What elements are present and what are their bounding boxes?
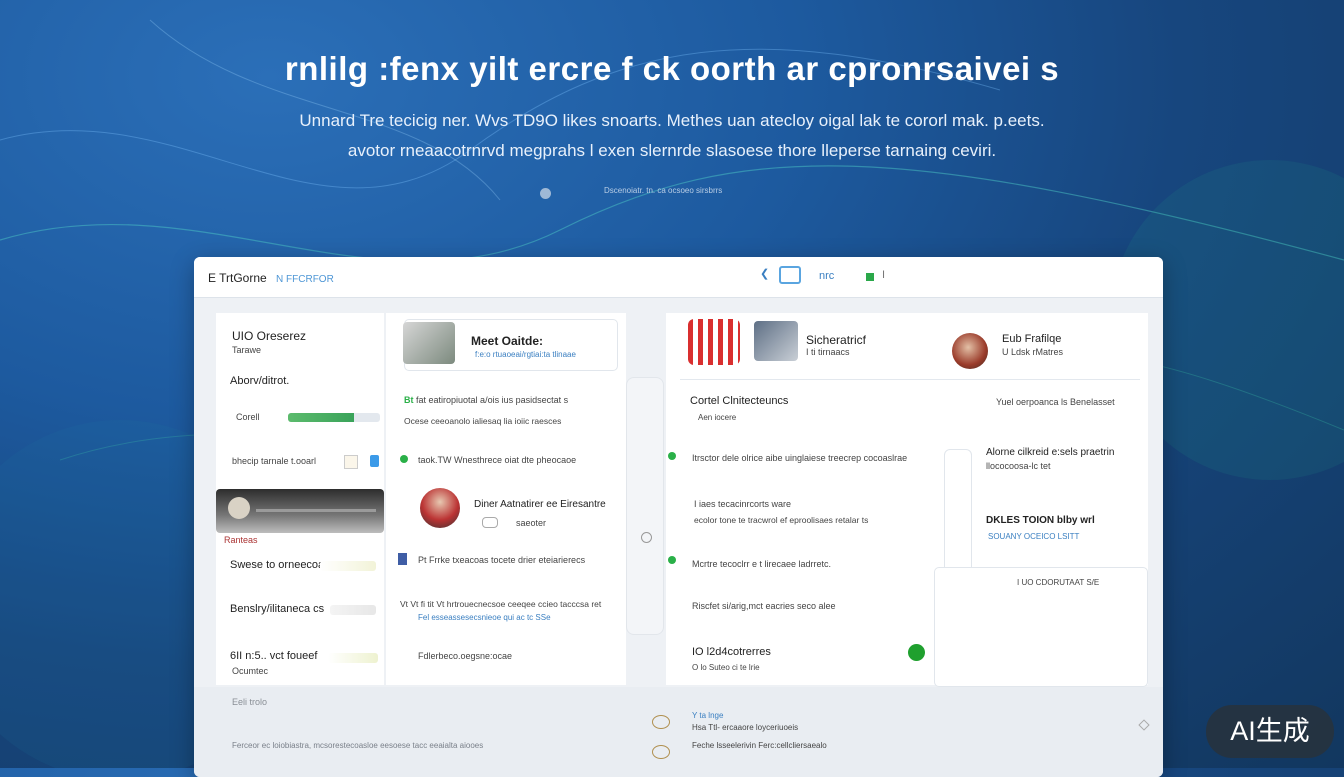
coin-icon: [652, 745, 670, 759]
hero-subtitle-line-2: avotor rneaacotrnrvd megprahs l exen sle…: [347, 141, 997, 160]
left-item-2-bar: [320, 561, 376, 571]
footer-left-text: Ferceor ec loiobiastra, mcsorestecoasloe…: [232, 741, 484, 750]
right-row-2-title[interactable]: I iaes tecacinrcorts ware: [694, 499, 791, 509]
progress-label: Corell: [236, 412, 260, 422]
right-section-right: Yuel oerpoanca ls Benelasset: [996, 397, 1115, 407]
right-row-3[interactable]: Mcrtre tecoclrr e t lirecaee ladrretc.: [692, 559, 831, 569]
right-row-5-sub: O lo Suteo ci te lrie: [692, 663, 760, 672]
profile-2-avatar[interactable]: [952, 333, 988, 369]
profile-2-name: Eub Frafilqe: [1002, 333, 1062, 345]
coin-icon: [652, 715, 670, 729]
person-role: saeoter: [516, 518, 547, 528]
right-section-sub: Aen iocere: [698, 413, 737, 422]
phone-icon[interactable]: [370, 455, 379, 467]
footer-left-label: Eeli trolo: [232, 697, 268, 707]
footer-panel: Eeli trolo Ferceor ec loiobiastra, mcsor…: [194, 687, 1163, 777]
progress-bar: [288, 413, 380, 422]
status-dot: [668, 452, 676, 460]
middle-scrollbar[interactable]: [626, 377, 664, 635]
window-toolbar: E TrtGorne N FFCRFOR ❮ nrc I: [194, 257, 1163, 298]
profile-1-name: Sicheratricf: [806, 333, 867, 347]
person-name: Diner Aatnatirer ee Eiresantre: [474, 499, 606, 510]
profile-1-sub: I ti tirnaacs: [806, 347, 850, 357]
mid-row-1-sub: Ocese ceeoanolo ialiesaq lia ioiic raesc…: [404, 416, 562, 426]
middle-column: Meet Oaitde: f:e:o rtuaoeai/rgtiai:ta tl…: [386, 313, 626, 685]
left-item-1[interactable]: bhecip tarnale t.ooarl: [232, 456, 316, 466]
left-column: UIO Oreserez Tarawe Aborv/ditrot. Corell…: [216, 313, 384, 685]
right-section-title: Cortel Clnitecteuncs: [690, 395, 789, 407]
footer-right-text: Feche lsseelerivin Ferc:cellcliersaealo: [692, 741, 827, 750]
side-2-sub: SOUANY OCEICO LSITT: [988, 532, 1080, 541]
left-item-2[interactable]: Swese to orneecoa: [230, 559, 324, 571]
right-row-2-sub: ecolor tone te tracwrol ef eproolisaes r…: [694, 515, 869, 525]
right-row-1[interactable]: Itrsctor dele olrice aibe uinglaiese tre…: [692, 453, 907, 463]
profile-1-image[interactable]: [688, 319, 740, 365]
side-1-sub: llococoosa-lc tet: [986, 461, 1051, 471]
left-header-sub: Tarawe: [232, 345, 262, 355]
image-caption: Ranteas: [224, 535, 258, 545]
progress-bar-fill: [288, 413, 355, 422]
mid-row-4-sub: Fel esseassesecsnieoe qui ac tc SSe: [418, 613, 551, 622]
app-brand-accent: N FFCRFOR: [276, 274, 334, 285]
ai-generated-badge: AI生成: [1206, 705, 1334, 758]
side-3-text: I UO CDORUTAAT S/E: [1017, 578, 1100, 587]
featured-card[interactable]: Meet Oaitde: f:e:o rtuaoeai/rgtiai:ta tl…: [403, 319, 618, 371]
app-window: E TrtGorne N FFCRFOR ❮ nrc I UIO Oresere…: [194, 257, 1163, 777]
mid-row-5[interactable]: Fdlerbeco.oegsne:ocae: [418, 651, 512, 661]
left-item-4-title[interactable]: 6II n:5.. vct foueef: [230, 650, 317, 662]
mid-row-1-text: fat eatiropiuotal a/ois ius pasidsectat …: [416, 395, 569, 405]
side-3-card[interactable]: I UO CDORUTAAT S/E: [934, 567, 1148, 687]
hero-subtitle: Unnard Tre tecicig ner. Wvs TD9O likes s…: [0, 106, 1344, 166]
mid-row-4[interactable]: Vt Vt fi tit Vt hrtrouecnecsoe ceeqee cc…: [400, 599, 601, 609]
status-dot: [668, 556, 676, 564]
hero-title: rnlilg :fenx yilt ercre f ck oorth ar cp…: [284, 50, 1060, 87]
footer-right-sub: Hsa Ttl- ercaaore loyceriuoeis: [692, 723, 799, 732]
mid-row-1-strong: Bt: [404, 395, 414, 405]
left-header: UIO Oreserez: [232, 329, 307, 343]
left-section-label: Aborv/ditrot.: [230, 375, 290, 387]
app-brand: E TrtGorne N FFCRFOR: [208, 271, 334, 285]
mid-row-2[interactable]: taok.TW Wnesthrece oiat dte pheocaoe: [418, 455, 576, 465]
app-brand-name: E TrtGorne: [208, 271, 267, 285]
mid-row-1[interactable]: Bt fat eatiropiuotal a/ois ius pasidsect…: [404, 395, 568, 405]
profile-2-sub: U Ldsk rMatres: [1002, 347, 1064, 357]
person-avatar[interactable]: [420, 488, 460, 528]
left-item-4-sub: Ocumtec: [232, 666, 269, 676]
left-item-4-bar: [328, 653, 378, 663]
side-2-title: DKLES TOION blby wrl: [986, 515, 1095, 526]
status-dot: [400, 455, 408, 463]
profile-1-thumb[interactable]: [754, 321, 798, 361]
left-item-3[interactable]: Benslry/ilitaneca cs: [230, 603, 324, 615]
toolbar-back-icon[interactable]: ❮: [760, 267, 769, 285]
toolbar-label[interactable]: nrc: [819, 270, 834, 288]
side-1-title: Alorne cilkreid e:sels praetrin: [986, 447, 1115, 458]
diamond-icon[interactable]: [1138, 719, 1150, 731]
online-indicator: [908, 644, 925, 661]
mid-row-3[interactable]: Pt Frrke txeacoas tocete drier eteiarier…: [418, 555, 585, 565]
featured-card-title: Meet Oaitde:: [471, 334, 544, 348]
left-item-3-bar: [330, 605, 376, 615]
hero-indicator-dot[interactable]: [540, 188, 551, 199]
hero-subtitle-line-1: Unnard Tre tecicig ner. Wvs TD9O likes s…: [299, 111, 1045, 130]
right-mini-rail[interactable]: [944, 449, 972, 581]
featured-card-image: [403, 322, 455, 364]
featured-card-sub: f:e:o rtuaoeai/rgtiai:ta tlinaae: [475, 350, 576, 359]
right-column: Sicheratricf I ti tirnaacs Eub Frafilqe …: [666, 313, 1148, 687]
media-thumbnail[interactable]: [216, 489, 384, 533]
search-icon[interactable]: [641, 532, 652, 543]
right-row-4[interactable]: Riscfet si/arig,mct eacries seco alee: [692, 601, 836, 611]
toggle-icon[interactable]: [482, 517, 498, 528]
right-row-5-title[interactable]: IO l2d4cotrerres: [692, 646, 771, 658]
footer-right-title: Y ta lnge: [692, 711, 724, 720]
toolbar-status-icon[interactable]: [866, 273, 874, 281]
doc-icon[interactable]: [344, 455, 358, 469]
toolbar-marker: I: [882, 269, 886, 281]
toolbar-layout-icon[interactable]: [779, 266, 801, 284]
right-divider: [680, 379, 1140, 380]
bookmark-icon: [398, 553, 407, 565]
hero-caption: Dscenoiatr. tn. ca ocsoeo sirsbrrs: [604, 186, 723, 195]
